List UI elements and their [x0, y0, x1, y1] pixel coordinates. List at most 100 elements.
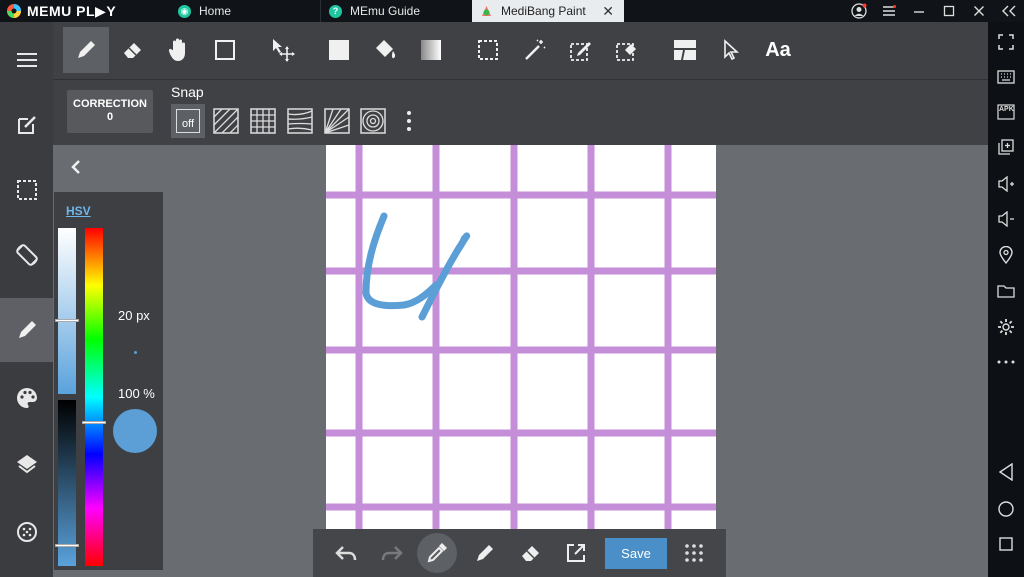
hand-tool-button[interactable] — [156, 27, 202, 73]
tab-close-icon[interactable]: ✕ — [602, 3, 614, 20]
select-eraser-tool-button[interactable] — [604, 27, 650, 73]
blue-stroke-1 — [362, 212, 440, 310]
material-icon[interactable] — [0, 500, 53, 564]
brush-tool-button[interactable] — [63, 27, 109, 73]
pen-button[interactable] — [465, 533, 505, 573]
brightness-handle[interactable] — [55, 544, 79, 547]
select-pen-tool-button[interactable] — [558, 27, 604, 73]
brush-icon[interactable] — [0, 298, 53, 362]
save-button[interactable]: Save — [605, 538, 667, 569]
divide-panel-tool-button[interactable] — [662, 27, 708, 73]
snap-parallel-icon — [213, 108, 239, 134]
pointer-icon — [724, 39, 740, 61]
eyedropper-icon — [427, 543, 447, 563]
menu-icon[interactable] — [0, 28, 53, 92]
account-icon[interactable] — [844, 0, 874, 22]
bucket-tool-button[interactable] — [362, 27, 408, 73]
snap-radial-icon — [324, 108, 350, 134]
opacity-label[interactable]: 100 % — [118, 386, 155, 401]
collapse-panel-button[interactable] — [66, 157, 86, 177]
snap-perspective-button[interactable] — [283, 104, 317, 138]
text-tool-button[interactable]: Aa — [755, 27, 801, 73]
snap-parallel-button[interactable] — [209, 104, 243, 138]
memu-logo-icon — [7, 4, 21, 18]
move-tool-button[interactable] — [260, 27, 306, 73]
more-vertical-icon — [407, 111, 411, 131]
operation-tool-button[interactable] — [708, 27, 754, 73]
bottom-action-bar: Save — [313, 529, 726, 577]
color-panel: HSV 20 px 100 % — [54, 192, 163, 570]
fill-rect-icon — [329, 40, 349, 60]
drawing-canvas[interactable] — [326, 145, 716, 555]
layers-icon[interactable] — [0, 432, 53, 496]
bucket-icon — [376, 40, 396, 59]
snap-perspective-icon — [287, 108, 313, 134]
tab-home[interactable]: ◉ Home — [170, 0, 320, 22]
move-icon — [273, 39, 295, 62]
correction-button[interactable]: CORRECTION 0 — [67, 90, 153, 133]
blue-stroke-2 — [418, 232, 471, 321]
eraser-button[interactable] — [511, 533, 551, 573]
snap-circle-button[interactable] — [356, 104, 390, 138]
main-toolbar: Aa — [53, 22, 988, 80]
rotate-icon[interactable] — [0, 223, 53, 287]
fullscreen-icon[interactable] — [988, 27, 1024, 57]
saturation-slider[interactable] — [58, 228, 76, 394]
more-tools-button[interactable] — [674, 533, 714, 573]
maximize-icon[interactable] — [934, 0, 964, 22]
tab-medibang-paint[interactable]: MediBang Paint ✕ — [472, 0, 624, 22]
snap-grid-button[interactable] — [246, 104, 280, 138]
saturation-handle[interactable] — [55, 319, 79, 322]
add-window-icon[interactable] — [988, 132, 1024, 162]
pen-icon — [477, 545, 493, 561]
edit-page-icon[interactable] — [0, 93, 53, 157]
emulator-sidebar: APK — [988, 22, 1024, 577]
export-icon — [567, 544, 585, 562]
correction-label: CORRECTION — [73, 98, 147, 110]
volume-down-icon[interactable] — [988, 204, 1024, 234]
location-icon[interactable] — [988, 240, 1024, 270]
minimize-icon[interactable] — [904, 0, 934, 22]
undo-button[interactable] — [326, 533, 366, 573]
menu-icon[interactable] — [874, 0, 904, 22]
tab-memu-guide[interactable]: ? MEmu Guide — [320, 0, 472, 22]
select-rect-tool-button[interactable] — [465, 27, 511, 73]
keyboard-icon[interactable] — [988, 62, 1024, 92]
window-controls — [844, 0, 1024, 22]
brand-text: MEMU PL▶Y — [27, 2, 117, 19]
palette-icon[interactable] — [0, 366, 53, 430]
eraser-icon — [124, 43, 141, 58]
collapse-icon[interactable] — [994, 0, 1024, 22]
gradient-tool-button[interactable] — [408, 27, 454, 73]
selection-icon[interactable] — [0, 158, 53, 222]
magic-wand-tool-button[interactable] — [512, 27, 558, 73]
fill-rect-tool-button[interactable] — [316, 27, 362, 73]
hue-slider[interactable] — [85, 228, 103, 566]
more-icon[interactable] — [988, 347, 1024, 377]
rect-shape-tool-button[interactable] — [202, 27, 248, 73]
current-color-swatch[interactable] — [113, 409, 157, 453]
chevron-left-icon — [71, 160, 80, 174]
snap-radial-button[interactable] — [320, 104, 354, 138]
close-icon[interactable] — [964, 0, 994, 22]
export-button[interactable] — [556, 533, 596, 573]
hsv-mode-link[interactable]: HSV — [66, 204, 91, 218]
apk-icon[interactable]: APK — [988, 97, 1024, 127]
redo-button[interactable] — [372, 533, 412, 573]
magic-wand-icon — [525, 39, 546, 60]
brightness-slider[interactable] — [58, 400, 76, 566]
select-rect-icon — [478, 40, 498, 60]
settings-icon[interactable] — [988, 312, 1024, 342]
brush-size-label[interactable]: 20 px — [118, 308, 150, 323]
snap-more-button[interactable] — [392, 104, 426, 138]
eraser-tool-button[interactable] — [110, 27, 156, 73]
tab-label: Home — [199, 4, 232, 18]
back-icon[interactable] — [988, 457, 1024, 487]
recents-icon[interactable] — [988, 529, 1024, 559]
folder-icon[interactable] — [988, 276, 1024, 306]
volume-up-icon[interactable] — [988, 169, 1024, 199]
eyedropper-button[interactable] — [417, 533, 457, 573]
snap-off-button[interactable]: off — [171, 104, 205, 138]
hue-handle[interactable] — [82, 421, 106, 424]
home-circle-icon[interactable] — [988, 494, 1024, 524]
